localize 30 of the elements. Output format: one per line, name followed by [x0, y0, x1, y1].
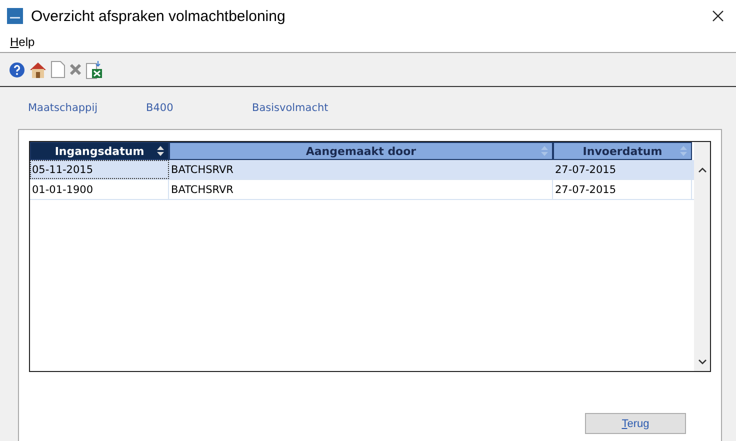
- column-header[interactable]: Aangemaakt door: [169, 142, 553, 160]
- excel-export-icon[interactable]: [86, 60, 103, 78]
- table-cell: 05-11-2015: [30, 160, 169, 179]
- info-label: Maatschappij: [28, 102, 99, 114]
- delete-icon[interactable]: [69, 63, 82, 76]
- info-label: Basisvolmacht: [252, 102, 328, 114]
- column-header[interactable]: Invoerdatum: [553, 142, 692, 160]
- info-label: B400: [146, 102, 174, 114]
- table-cell: BATCHSRVR: [169, 160, 553, 179]
- app-logo-icon: [7, 8, 23, 24]
- table-cell: 01-01-1900: [30, 180, 169, 199]
- help-icon[interactable]: [9, 62, 25, 78]
- menu-item[interactable]: Help: [10, 35, 35, 49]
- table-cell: BATCHSRVR: [169, 180, 553, 199]
- house-icon[interactable]: [29, 60, 47, 78]
- window-title: Overzicht afspraken volmachtbeloning: [31, 8, 286, 24]
- scroll-down-icon[interactable]: [698, 359, 706, 365]
- table-cell: 27-07-2015: [553, 180, 692, 199]
- sort-icon: [157, 146, 164, 156]
- scrollbar[interactable]: [694, 142, 710, 371]
- table-row[interactable]: 05-11-2015 BATCHSRVR 27-07-2015: [30, 160, 694, 180]
- table-cell: 27-07-2015: [553, 160, 692, 179]
- sort-icon: [680, 146, 687, 156]
- back-button[interactable]: Terug: [585, 413, 686, 434]
- close-icon[interactable]: [712, 10, 724, 22]
- sort-icon: [541, 146, 548, 156]
- table-row[interactable]: 01-01-1900 BATCHSRVR 27-07-2015: [30, 180, 694, 200]
- scroll-up-icon[interactable]: [698, 167, 706, 173]
- column-header[interactable]: Ingangsdatum: [30, 142, 169, 160]
- document-icon[interactable]: [51, 61, 65, 78]
